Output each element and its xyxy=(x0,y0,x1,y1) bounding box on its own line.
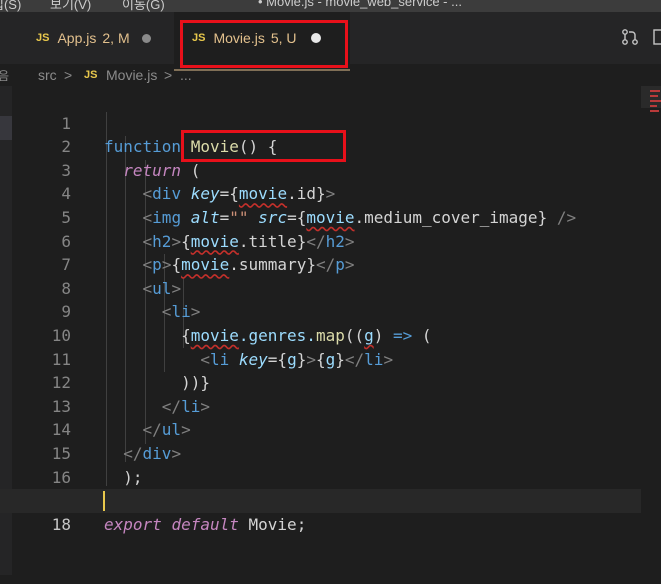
code-line[interactable]: 14 </div> xyxy=(0,395,661,463)
tab-status: 2, M xyxy=(102,30,130,46)
tab-movie-js[interactable]: JS Movie.js 5, U xyxy=(174,12,350,64)
code-editor[interactable]: 1 function Movie() { 2 return ( 3 <div k… xyxy=(0,88,661,568)
code-line[interactable]: 10 <li key={g}>{g}</li> xyxy=(0,300,661,369)
code-line[interactable]: 6 <p>{movie.summary}</p> xyxy=(0,206,661,275)
chevron-right-icon: > xyxy=(164,67,173,83)
unsaved-dot-icon[interactable] xyxy=(141,33,151,43)
code-token: Movie xyxy=(248,514,297,534)
code-line[interactable]: 17 export default Movie; xyxy=(0,466,661,534)
code-line[interactable]: 7 <ul> xyxy=(0,230,661,298)
tab-label: Movie.js xyxy=(213,30,265,46)
code-line[interactable]: 2 return ( xyxy=(0,112,661,180)
menu-item-view[interactable]: 보기(V) xyxy=(50,0,91,12)
window-title: • Movie.js - movie_web_service - ... xyxy=(258,0,462,9)
js-file-icon: JS xyxy=(192,32,206,44)
menu-item-select[interactable]: 집(S) xyxy=(0,0,21,12)
js-file-icon: JS xyxy=(36,32,50,44)
code-line[interactable]: 15 ); xyxy=(0,418,661,487)
breadcrumb-file[interactable]: Movie.js xyxy=(106,67,157,83)
code-line[interactable]: 9 {movie.genres.map((g) => ( xyxy=(0,277,661,345)
compare-changes-icon[interactable] xyxy=(621,28,639,51)
code-line[interactable]: 12 </li> xyxy=(0,348,661,416)
code-line[interactable]: 1 function Movie() { xyxy=(0,88,661,157)
text-cursor xyxy=(103,491,105,512)
menu-item-go[interactable]: 이동(G) xyxy=(122,0,165,12)
side-panel-label: 음 xyxy=(0,69,10,83)
code-token: default xyxy=(171,514,239,534)
breadcrumb-more[interactable]: ... xyxy=(180,67,192,83)
code-line[interactable]: 13 </ul> xyxy=(0,371,661,440)
code-line[interactable]: 11 ))} xyxy=(0,324,661,393)
tab-status: 5, U xyxy=(270,30,297,46)
tab-app-js[interactable]: JS App.js 2, M xyxy=(36,12,151,64)
code-line[interactable]: 3 <div key={movie.id}> xyxy=(0,135,661,204)
tab-label: App.js xyxy=(57,30,97,46)
line-number: 18 xyxy=(51,514,71,534)
unsaved-dot-icon[interactable] xyxy=(310,33,321,43)
code-line-current[interactable]: 18 xyxy=(0,489,641,534)
breadcrumb: 음 src > JS Movie.js > ... xyxy=(0,64,661,86)
code-token: ; xyxy=(296,514,307,534)
breadcrumb-folder[interactable]: src xyxy=(38,67,57,83)
code-line[interactable]: 4 <img alt="" src={movie.medium_cover_im… xyxy=(0,159,661,227)
code-line[interactable]: 8 <li> xyxy=(0,253,661,322)
menu-bar: 집(S) 보기(V) 이동(G) • Movie.js - movie_web_… xyxy=(0,0,661,12)
code-token: export xyxy=(104,514,162,534)
code-line[interactable]: 5 <h2>{movie.title}</h2> xyxy=(0,182,661,251)
editor-tab-bar: JS App.js 2, M JS Movie.js 5, U xyxy=(0,12,661,71)
split-editor-icon[interactable] xyxy=(653,28,661,51)
chevron-right-icon: > xyxy=(64,67,73,83)
js-file-icon: JS xyxy=(84,69,98,81)
code-line[interactable]: 16 } xyxy=(0,442,661,511)
